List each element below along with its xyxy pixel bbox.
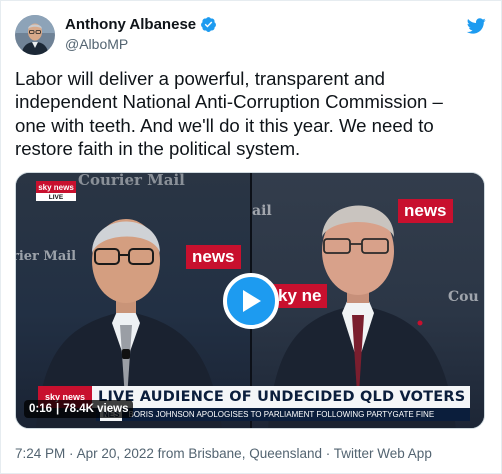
video-duration-badge: 0:16 | 78.4K views — [24, 400, 134, 418]
sky-news-logo-top: sky news — [36, 181, 76, 193]
ticker-text: BORIS JOHNSON APOLOGISES TO PARLIAMENT F… — [128, 410, 435, 419]
news-headline: LIVE AUDIENCE OF UNDECIDED QLD VOTERS — [98, 389, 466, 405]
profile-photo-icon — [15, 15, 55, 55]
video-player[interactable]: Courier Mail rier Mail news sky news LIV… — [15, 172, 485, 429]
tweet-card: Anthony Albanese @AlboMP Labor will deli… — [0, 0, 502, 474]
badge-separator: | — [56, 403, 60, 415]
video-views: 78.4K views — [63, 403, 129, 415]
avatar[interactable] — [15, 15, 55, 55]
play-icon — [243, 290, 261, 312]
tweet-date[interactable]: Apr 20, 2022 — [77, 446, 154, 461]
twitter-bird-icon — [466, 18, 486, 34]
tweet-location[interactable]: Brisbane, Queensland — [188, 446, 322, 461]
verified-badge-icon — [201, 17, 217, 32]
twitter-logo[interactable] — [465, 15, 487, 37]
author-name-row[interactable]: Anthony Albanese — [65, 16, 217, 33]
play-button[interactable] — [223, 273, 279, 329]
author-name[interactable]: Anthony Albanese — [65, 16, 196, 33]
sky-news-live-logo: sky news LIVE — [36, 181, 76, 203]
tweet-metadata: 7:24 PM · Apr 20, 2022 from Brisbane, Qu… — [15, 446, 432, 461]
tweet-time[interactable]: 7:24 PM — [15, 446, 65, 461]
tweet-source[interactable]: Twitter Web App — [334, 446, 432, 461]
news-ticker: NES BORIS JOHNSON APOLOGISES TO PARLIAME… — [96, 408, 470, 421]
meta-dot-2: · — [325, 446, 331, 461]
from-label: from — [157, 446, 185, 461]
meta-dot: · — [69, 446, 74, 461]
author-handle[interactable]: @AlboMP — [65, 36, 128, 52]
sky-news-logo-live: LIVE — [36, 193, 76, 201]
video-elapsed: 0:16 — [29, 403, 53, 415]
tweet-text: Labor will deliver a powerful, transpare… — [15, 68, 443, 159]
